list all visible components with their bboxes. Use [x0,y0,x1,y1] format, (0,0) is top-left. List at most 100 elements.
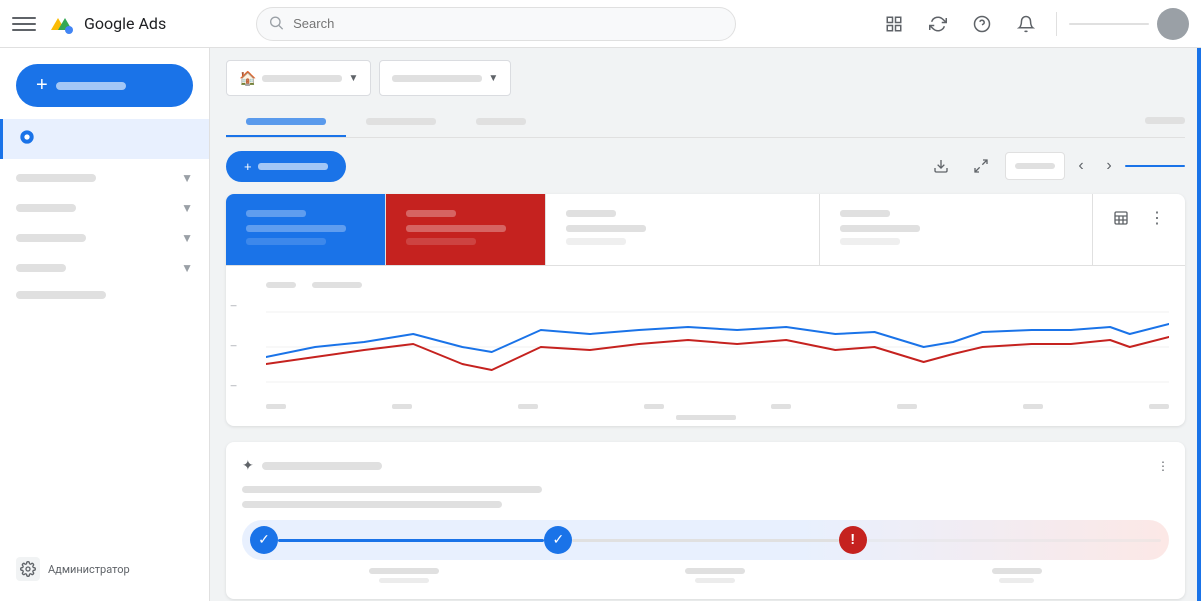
progress-step-3: ! [839,526,867,554]
step-2-circle: ✓ [544,526,572,554]
active-tab-indicator [1125,165,1185,167]
step-1-circle: ✓ [250,526,278,554]
panel-more-button[interactable]: ⋮ [1157,459,1169,473]
metric-block-white-1[interactable] [546,194,820,265]
chart-more-button[interactable]: ⋮ [1141,202,1173,234]
progress-step-1: ✓ [250,526,544,554]
right-accent-bar [1197,48,1201,601]
pagination: ‹ › [1005,152,1185,180]
sidebar-item-4[interactable]: ▼ [0,253,209,283]
prev-page-button[interactable]: ‹ [1069,154,1093,178]
admin-label: Администратор [48,563,130,576]
create-label [56,82,126,90]
tab-campaigns[interactable] [346,108,456,137]
sidebar-item-2[interactable]: ▼ [0,193,209,223]
chart-metrics-row: ⋮ [226,194,1185,266]
search-input[interactable] [256,7,736,41]
filter-button-label [258,163,328,170]
tabs-row [226,108,1185,138]
next-page-button[interactable]: › [1097,154,1121,178]
panel-text-2 [242,501,502,508]
tab-other[interactable] [456,108,546,137]
avatar[interactable] [1157,8,1189,40]
tab-overview[interactable] [226,108,346,137]
metric-bar-w3 [566,238,626,245]
top-bar: Google Ads [0,0,1201,48]
bottom-panel: ✦ ⋮ ✓ ✓ [226,442,1185,599]
step-label-3 [992,568,1042,583]
segment-dropdown[interactable]: ▼ [379,60,511,96]
overview-icon [19,129,35,149]
line-chart-svg [266,292,1169,402]
panel-text-1 [242,486,542,493]
home-dropdown-label [262,75,342,82]
chevron-icon-3: ▼ [181,231,193,245]
content-header: 🏠 ▼ ▼ [226,60,1185,96]
expand-button[interactable] [965,150,997,182]
sidebar-section-main: ▼ ▼ ▼ ▼ [0,159,209,311]
search-icon [268,14,284,33]
home-dropdown-arrow: ▼ [348,73,358,84]
segment-dropdown-label [392,75,482,82]
search-bar[interactable] [256,7,736,41]
sidebar-item-3[interactable]: ▼ [0,223,209,253]
metric-bar-r3 [406,238,476,245]
panel-title [262,462,382,470]
metric-bar-1 [246,210,306,217]
sidebar-item-5-label [16,291,106,299]
chart-table-icon[interactable] [1105,202,1137,234]
y-axis: — — — [230,302,237,392]
metric-block-blue[interactable] [226,194,386,265]
help-button[interactable] [964,6,1000,42]
sidebar-item-2-label [16,204,76,212]
sidebar-item-1-label [16,174,96,182]
home-icon: 🏠 [239,70,256,87]
metric-bar-x2 [840,225,920,232]
metric-bar-r1 [406,210,456,217]
step-labels-row [242,568,1169,583]
filter-row: + [226,150,1185,182]
step-label-1 [369,568,439,583]
sidebar: + ▼ [0,48,210,601]
logo-area: Google Ads [48,10,166,38]
date-range-display [1069,23,1149,25]
metric-bar-x1 [840,210,890,217]
bottom-panel-header: ✦ ⋮ [242,458,1169,474]
panel-expand-icon: ✦ [242,458,254,474]
sidebar-item-1[interactable]: ▼ [0,163,209,193]
metric-bar-2 [246,225,346,232]
google-ads-logo-icon [48,10,76,38]
metric-bar-r2 [406,225,506,232]
metric-bar-w1 [566,210,616,217]
filter-right-actions: ‹ › [925,150,1185,182]
download-button[interactable] [925,150,957,182]
chart-legend [266,282,1169,288]
notifications-button[interactable] [1008,6,1044,42]
hamburger-menu[interactable] [12,12,36,36]
home-dropdown[interactable]: 🏠 ▼ [226,60,371,96]
metric-block-white-2[interactable] [820,194,1094,265]
add-icon: + [244,159,252,174]
add-filter-button[interactable]: + [226,151,346,182]
chevron-icon-4: ▼ [181,261,193,275]
chevron-icon-2: ▼ [181,201,193,215]
step-1-line [278,539,544,542]
step-label-2 [685,568,745,583]
app-name: Google Ads [84,14,166,33]
refresh-button[interactable] [920,6,956,42]
chart-area: — — — [226,266,1185,426]
sidebar-item-5[interactable] [0,283,209,307]
metric-block-red[interactable] [386,194,546,265]
x-label [242,415,1169,420]
step-3-trail [867,539,1161,542]
grid-view-button[interactable] [876,6,912,42]
create-button[interactable]: + [16,64,193,107]
metric-bar-3 [246,238,326,245]
segment-dropdown-arrow: ▼ [488,73,498,84]
sidebar-item-overview[interactable] [0,119,209,159]
top-bar-divider [1056,12,1057,36]
admin-area[interactable]: Администратор [0,545,209,593]
chart-action-icons: ⋮ [1093,194,1185,242]
settings-icon [16,557,40,581]
x-axis [266,404,1169,409]
